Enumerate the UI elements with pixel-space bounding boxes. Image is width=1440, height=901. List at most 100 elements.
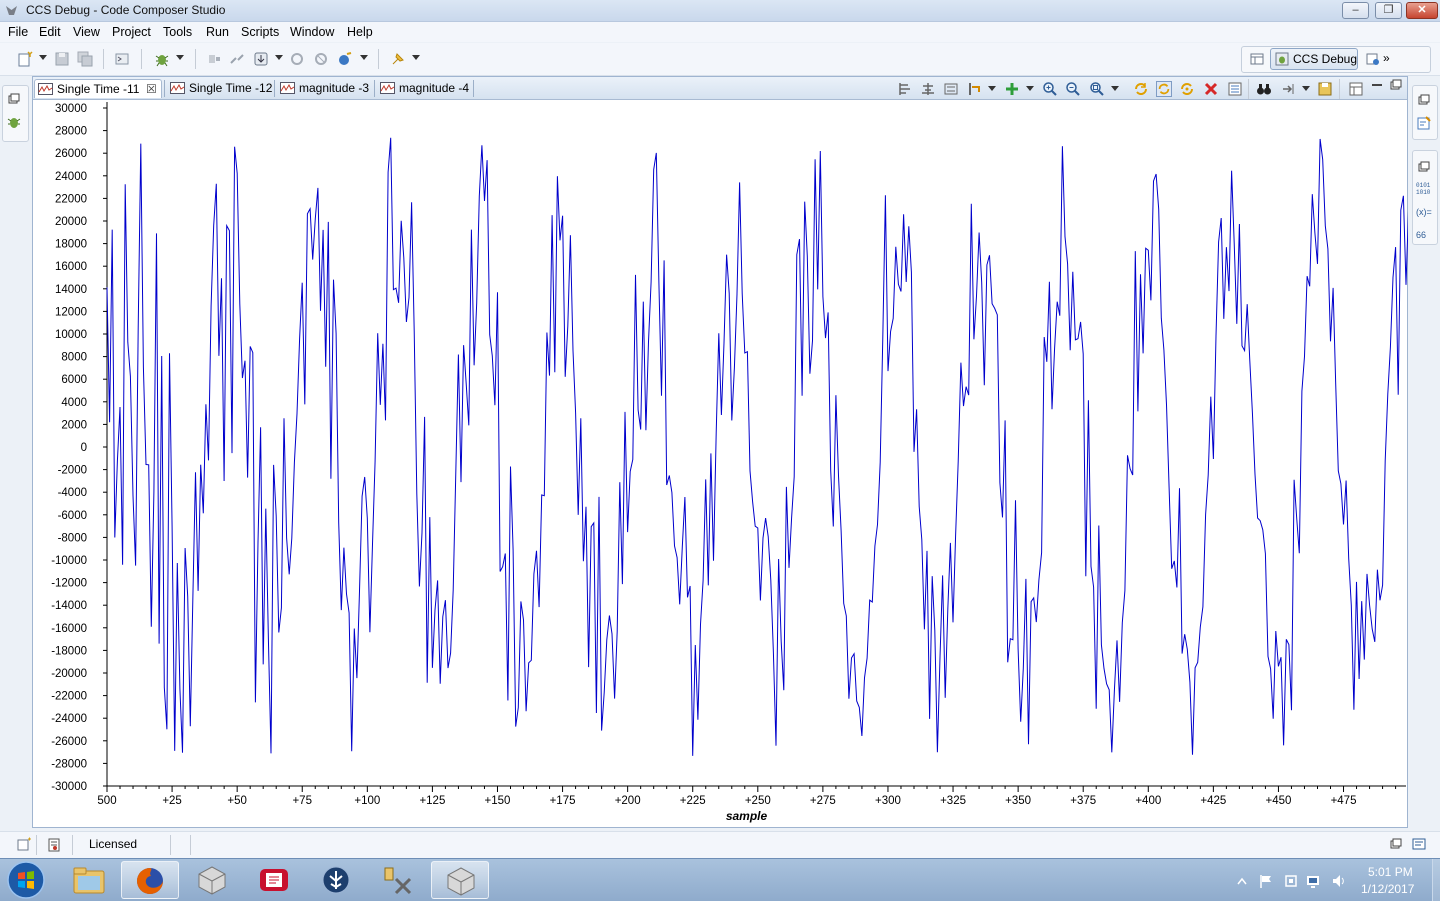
expressions-icon[interactable]: 6​6 xyxy=(1416,226,1432,242)
save-all-icon[interactable] xyxy=(77,51,93,67)
tab-divider xyxy=(164,80,165,97)
zoom-in-icon[interactable] xyxy=(1042,81,1058,97)
pin-dropdown-icon[interactable] xyxy=(412,55,420,60)
restore-icon[interactable] xyxy=(1390,838,1402,850)
close-button[interactable]: ✕ xyxy=(1406,2,1438,19)
zoom-dropdown-icon[interactable] xyxy=(1111,86,1119,91)
save-graph-icon[interactable] xyxy=(1317,81,1333,97)
refresh-icon[interactable] xyxy=(1133,81,1149,97)
network-icon[interactable] xyxy=(1306,873,1324,889)
console-view-icon[interactable] xyxy=(1411,836,1427,852)
scale-icon[interactable] xyxy=(943,81,959,97)
menu-project[interactable]: Project xyxy=(112,25,151,39)
menu-tools[interactable]: Tools xyxy=(163,25,192,39)
other-perspective-icon[interactable] xyxy=(1365,51,1381,67)
save-icon[interactable] xyxy=(54,51,70,67)
memory-browser-icon[interactable]: 01011010 xyxy=(1416,180,1432,196)
new-dropdown-icon[interactable] xyxy=(39,55,47,60)
graph-icon xyxy=(38,83,53,95)
perspective-more-icon[interactable]: » xyxy=(1383,51,1390,67)
debug-dropdown-icon[interactable] xyxy=(176,55,184,60)
disconnect-icon[interactable] xyxy=(229,51,245,67)
pin-icon[interactable] xyxy=(390,51,406,67)
show-desktop-button[interactable] xyxy=(1432,859,1440,901)
step-over-icon[interactable] xyxy=(313,51,329,67)
outline-view-icon[interactable] xyxy=(1416,115,1432,131)
binoculars-icon[interactable] xyxy=(1256,81,1272,97)
auto-refresh-icon[interactable] xyxy=(1179,81,1195,97)
align-icon[interactable] xyxy=(897,81,913,97)
x-tick-label: +225 xyxy=(680,795,706,807)
graph-editor: Single Time -11 ☒ Single Time -12 magnit… xyxy=(32,76,1408,828)
y-tick-label: -10000 xyxy=(51,555,87,567)
debug-icon[interactable] xyxy=(154,51,170,67)
start-button-icon[interactable] xyxy=(6,860,46,900)
zoom-out-icon[interactable] xyxy=(1065,81,1081,97)
tab-magnitude-3[interactable]: magnitude -3 xyxy=(277,79,373,98)
properties-icon[interactable] xyxy=(1227,81,1243,97)
connect-icon[interactable] xyxy=(206,51,222,67)
marker-icon[interactable] xyxy=(967,81,983,97)
y-tick-label: -8000 xyxy=(58,532,87,544)
maximize-icon[interactable] xyxy=(1390,79,1402,91)
restore-icon[interactable] xyxy=(1418,94,1430,106)
taskbar-ccs[interactable] xyxy=(307,861,365,899)
menu-file[interactable]: File xyxy=(8,25,28,39)
add-dropdown-icon[interactable] xyxy=(1026,86,1034,91)
variables-icon[interactable]: (x)= xyxy=(1416,203,1432,219)
fast-view-icon[interactable] xyxy=(16,837,32,853)
build-dropdown-icon[interactable] xyxy=(360,55,368,60)
delete-icon[interactable] xyxy=(1203,81,1219,97)
volume-icon[interactable] xyxy=(1331,873,1347,889)
show-view-icon[interactable] xyxy=(1348,81,1364,97)
maximize-button[interactable]: ❐ xyxy=(1375,2,1402,19)
status-separator xyxy=(170,835,171,855)
graph-icon xyxy=(280,82,295,94)
minimize-icon[interactable] xyxy=(1371,79,1383,91)
restore-icon[interactable] xyxy=(1418,161,1430,173)
step-into-icon[interactable] xyxy=(289,51,305,67)
open-console-icon[interactable] xyxy=(114,51,130,67)
load-dropdown-icon[interactable] xyxy=(275,55,283,60)
device-icon[interactable] xyxy=(1283,873,1299,889)
restore-icon[interactable] xyxy=(8,93,20,105)
taskbar-acrobat[interactable] xyxy=(245,861,303,899)
open-perspective-icon[interactable] xyxy=(1249,51,1265,67)
load-program-icon[interactable] xyxy=(253,51,269,67)
clock-time[interactable]: 5:01 PM xyxy=(1368,865,1413,879)
menu-edit[interactable]: Edit xyxy=(39,25,61,39)
plot-area[interactable]: 3000028000260002400022000200001800016000… xyxy=(34,100,1408,827)
taskbar-app-cube-2[interactable] xyxy=(431,861,489,899)
svg-text:1010: 1010 xyxy=(1416,189,1431,196)
close-tab-icon[interactable]: ☒ xyxy=(146,80,157,98)
graph-icon xyxy=(380,82,395,94)
marker-dropdown-icon[interactable] xyxy=(988,86,996,91)
x-tick-label: +425 xyxy=(1200,795,1226,807)
zoom-fit-icon[interactable] xyxy=(1089,81,1105,97)
build-icon[interactable] xyxy=(337,51,353,67)
menu-scripts[interactable]: Scripts xyxy=(241,25,279,39)
export-icon[interactable] xyxy=(1281,81,1297,97)
continuous-refresh-icon[interactable] xyxy=(1156,81,1172,97)
action-center-flag-icon[interactable] xyxy=(1258,873,1274,889)
tab-divider xyxy=(374,80,375,97)
tab-magnitude-4[interactable]: magnitude -4 xyxy=(377,79,473,98)
taskbar-explorer[interactable] xyxy=(60,861,118,899)
clock-date[interactable]: 1/12/2017 xyxy=(1361,882,1414,896)
menu-window[interactable]: Window xyxy=(290,25,334,39)
add-icon[interactable] xyxy=(1004,81,1020,97)
menu-help[interactable]: Help xyxy=(347,25,373,39)
show-hidden-icons-icon[interactable] xyxy=(1237,877,1247,885)
taskbar-tools[interactable] xyxy=(369,861,427,899)
export-dropdown-icon[interactable] xyxy=(1302,86,1310,91)
minimize-button[interactable]: – xyxy=(1342,2,1369,19)
new-icon[interactable] xyxy=(17,51,33,67)
tab-single-time-11[interactable]: Single Time -11 ☒ xyxy=(34,79,162,98)
tab-single-time-12[interactable]: Single Time -12 xyxy=(167,79,273,98)
menu-run[interactable]: Run xyxy=(206,25,229,39)
center-icon[interactable] xyxy=(920,81,936,97)
taskbar-firefox[interactable] xyxy=(121,861,179,899)
menu-view[interactable]: View xyxy=(73,25,100,39)
debug-view-icon[interactable] xyxy=(6,114,22,130)
taskbar-app-cube[interactable] xyxy=(183,861,241,899)
